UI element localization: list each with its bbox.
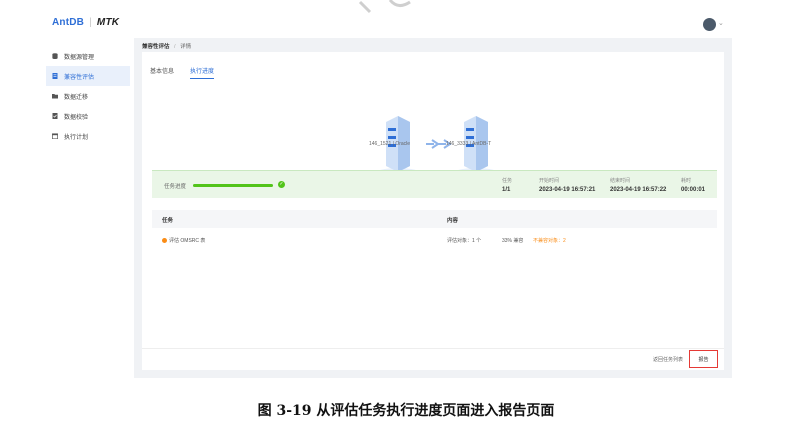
stat-value: 2023-04-19 16:57:21 [539,187,596,193]
footer-divider [142,348,724,349]
sidebar-item-label: 执行计划 [64,134,89,141]
stat-end-time: 结束时间 2023-04-19 16:57:22 [610,177,666,193]
sidebar-item-datasource[interactable]: 数据源管理 [46,46,130,66]
tab-bar: 基本信息 执行进度 [150,66,230,79]
main-content: 兼容性评估 / 详情 基本信息 执行进度 146_1521 | Oracle 1… [134,38,732,378]
progress-bar [193,184,273,187]
breadcrumb-current: 详情 [180,44,192,50]
breadcrumb: 兼容性评估 / 详情 [142,42,191,50]
check-file-icon [52,113,58,119]
breadcrumb-separator: / [174,44,176,50]
logo-secondary: MTK [96,17,120,28]
column-header-task: 任务 [162,218,174,224]
stat-value: 1/1 [502,187,511,193]
target-server-label: 146_3333 | AntDB-T [446,141,492,147]
avatar[interactable] [703,18,716,31]
column-header-content: 内容 [447,218,459,224]
sidebar-item-compat[interactable]: 兼容性评估 [46,66,130,86]
sidebar: 数据源管理 兼容性评估 数据迁移 数据校验 执行计划 [46,46,130,146]
progress-panel: 任务进度 ✓ 任务 1/1 开始时间 2023-04-19 16:57:21 结… [152,170,717,198]
chevron-down-icon[interactable]: ⌄ [718,19,724,27]
sidebar-item-label: 数据迁移 [64,94,89,101]
figure-caption: 图 3-19 从评估任务执行进度页面进入报告页面 [257,403,555,419]
check-circle-icon: ✓ [278,181,285,188]
breadcrumb-parent[interactable]: 兼容性评估 [142,44,170,50]
return-task-list-button[interactable]: 返回任务列表 [653,356,683,363]
document-icon [52,73,58,79]
calendar-icon [52,133,58,139]
tab-basic-info[interactable]: 基本信息 [150,66,174,79]
stat-tasks: 任务 1/1 [502,177,512,193]
stat-value: 2023-04-19 16:57:22 [610,187,667,193]
app-logo: AntDB | MTK [52,17,119,28]
sidebar-item-migration[interactable]: 数据迁移 [46,86,130,106]
folder-icon [52,93,58,99]
decorative-mark-icon [358,0,411,14]
table-row: 评估 OMSRC 表 评估对象：1 个 33% 兼容 不兼容对象：2 [152,234,717,248]
task-table-header: 任务 内容 [152,210,717,228]
content-compat-pct: 33% 兼容 [502,238,524,244]
task-cell: 评估 OMSRC 表 [162,237,205,244]
content-count: 评估对象：1 个 [447,238,482,244]
stat-start-time: 开始时间 2023-04-19 16:57:21 [539,177,595,193]
sidebar-item-label: 数据校验 [64,114,89,121]
progress-bar-fill [193,184,273,187]
logo-divider: | [89,17,92,28]
stat-label: 任务 [502,178,513,184]
stat-value: 00:00:01 [681,187,706,193]
database-icon [52,53,58,59]
warning-icon [162,238,167,243]
detail-card: 基本信息 执行进度 146_1521 | Oracle 146_3333 | A… [142,52,724,370]
stat-label: 开始时间 [539,178,560,184]
content-incompat: 不兼容对象：2 [533,238,566,244]
stat-duration: 耗时 00:00:01 [681,177,705,193]
logo-primary: AntDB [52,17,85,28]
stat-label: 结束时间 [610,178,631,184]
source-server-label: 146_1521 | Oracle [369,141,411,147]
top-bar: AntDB | MTK ⌄ [0,0,812,40]
tab-progress[interactable]: 执行进度 [190,66,215,79]
sidebar-item-label: 数据源管理 [64,54,95,61]
sidebar-item-verify[interactable]: 数据校验 [46,106,130,126]
task-name: 评估 OMSRC 表 [169,238,206,244]
sidebar-item-label: 兼容性评估 [64,74,95,81]
progress-label: 任务进度 [164,184,187,190]
report-button[interactable]: 报告 [689,350,718,368]
stat-label: 耗时 [681,178,692,184]
sidebar-item-plan[interactable]: 执行计划 [46,126,130,146]
